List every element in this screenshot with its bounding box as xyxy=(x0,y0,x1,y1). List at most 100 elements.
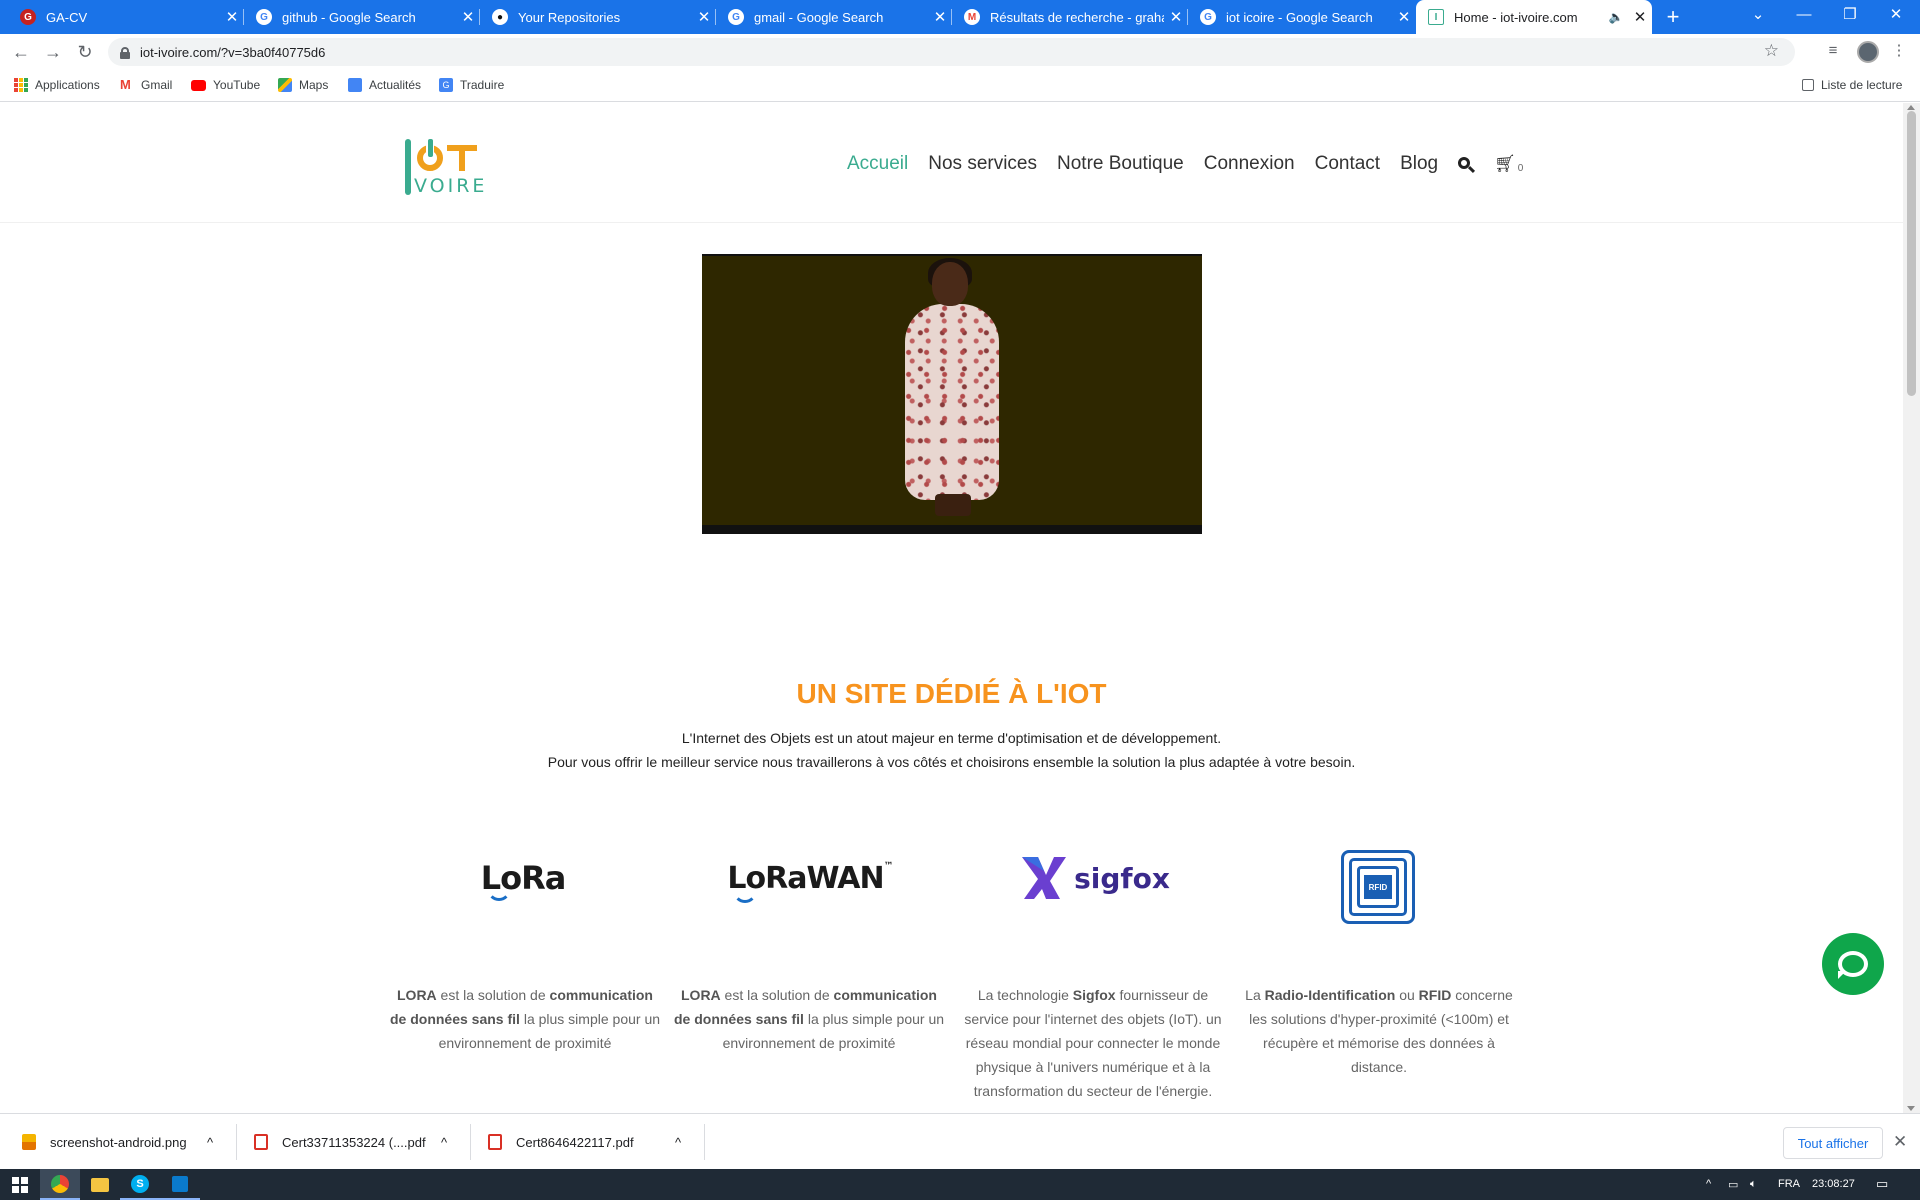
profile-avatar[interactable] xyxy=(1857,41,1879,63)
rfid-logo: RFID xyxy=(1340,849,1416,925)
nav-nos-services[interactable]: Nos services xyxy=(928,153,1037,175)
sigfox-logo: sigfox xyxy=(1020,843,1170,913)
download-item[interactable]: screenshot-android.png xyxy=(22,1114,222,1170)
search-icon[interactable] xyxy=(1458,156,1474,173)
section-heading: UN SITE DÉDIÉ À L'IOT xyxy=(796,678,1107,709)
download-item[interactable]: Cert8646422117.pdf xyxy=(488,1114,688,1170)
tab-your-repositories[interactable]: ● Your Repositories ✕ xyxy=(480,0,716,34)
browser-tab-strip: G GA-CV ✕ G github - Google Search ✕ ● Y… xyxy=(0,0,1920,34)
bookmark-label: Applications xyxy=(35,78,100,92)
bookmark-star-icon[interactable]: ☆ xyxy=(1764,41,1779,61)
google-icon: G xyxy=(1200,9,1216,25)
sigfox-icon xyxy=(1022,857,1067,899)
taskbar-vscode[interactable] xyxy=(160,1169,200,1200)
reading-list-label: Liste de lecture xyxy=(1821,78,1903,92)
start-button[interactable] xyxy=(0,1169,40,1200)
nav-contact[interactable]: Contact xyxy=(1315,153,1380,175)
restore-button[interactable]: ❐ xyxy=(1827,0,1873,34)
tab-search-icon[interactable]: ⌄ xyxy=(1735,0,1781,34)
chevron-up-icon[interactable]: ^ xyxy=(441,1114,447,1170)
pdf-file-icon xyxy=(488,1134,502,1150)
back-button[interactable]: ← xyxy=(8,39,34,65)
window-close-button[interactable]: ✕ xyxy=(1873,0,1919,34)
tab-gmail-results[interactable]: M Résultats de recherche - grahau ✕ xyxy=(952,0,1188,34)
address-bar[interactable]: iot-ivoire.com/?v=3ba0f40775d6 ☆ xyxy=(108,38,1795,66)
cart-count: 0 xyxy=(1517,163,1524,174)
chevron-up-icon[interactable]: ^ xyxy=(207,1114,213,1170)
close-icon[interactable]: ✕ xyxy=(692,8,716,26)
scrollbar-thumb[interactable] xyxy=(1907,111,1916,396)
nav-accueil[interactable]: Accueil xyxy=(847,153,908,175)
close-icon[interactable]: ✕ xyxy=(1628,8,1652,26)
forward-button[interactable]: → xyxy=(40,39,66,65)
tab-github-search[interactable]: G github - Google Search ✕ xyxy=(244,0,480,34)
site-icon: I xyxy=(1428,9,1444,25)
taskbar-file-explorer[interactable] xyxy=(80,1169,120,1200)
notifications-icon[interactable]: ▭ xyxy=(1876,1176,1888,1192)
tab-title: Your Repositories xyxy=(518,9,621,25)
tab-iot-search[interactable]: G iot icoire - Google Search ✕ xyxy=(1188,0,1416,34)
bookmark-traduire[interactable]: G Traduire xyxy=(439,78,504,92)
reading-list-icon xyxy=(1802,79,1814,91)
bookmark-label: Actualités xyxy=(369,78,422,92)
github-icon: ● xyxy=(492,9,508,25)
chat-widget-button[interactable] xyxy=(1822,933,1884,995)
rfid-description: La Radio-Identification ou RFID concerne… xyxy=(1245,987,1513,1075)
scroll-down-arrow[interactable] xyxy=(1907,1106,1915,1111)
close-icon[interactable]: ✕ xyxy=(1392,8,1416,26)
chrome-icon xyxy=(51,1174,69,1193)
nav-blog[interactable]: Blog xyxy=(1400,153,1438,175)
taskbar-chrome[interactable] xyxy=(40,1169,80,1200)
tab-title: Home - iot-ivoire.com xyxy=(1454,9,1578,25)
minimize-button[interactable]: — xyxy=(1781,0,1827,34)
scroll-up-arrow[interactable] xyxy=(1907,105,1915,110)
site-header: VOIRE Accueil Nos services Notre Boutiqu… xyxy=(0,103,1903,223)
rfid-chip-label: RFID xyxy=(1364,875,1392,899)
site-logo[interactable]: VOIRE xyxy=(403,131,493,201)
network-icon[interactable]: ▭ xyxy=(1728,1178,1738,1191)
page-scrollbar[interactable] xyxy=(1903,103,1920,1113)
bookmark-gmail[interactable]: M Gmail xyxy=(120,78,172,93)
tray-chevron-icon[interactable]: ^ xyxy=(1706,1178,1711,1190)
ga-icon: G xyxy=(20,9,36,25)
show-all-downloads-button[interactable]: Tout afficher xyxy=(1783,1127,1883,1159)
tab-title: GA-CV xyxy=(46,9,88,25)
nav-notre-boutique[interactable]: Notre Boutique xyxy=(1057,153,1184,175)
menu-icon[interactable]: ⋮ xyxy=(1888,41,1910,61)
folder-icon xyxy=(91,1177,109,1192)
bookmark-label: Traduire xyxy=(460,78,505,92)
close-icon[interactable]: ✕ xyxy=(456,8,480,26)
cart-button[interactable]: 🛒︎ 0 xyxy=(1494,154,1523,174)
clock[interactable]: 23:08:27 xyxy=(1812,1178,1855,1190)
bookmark-maps[interactable]: Maps xyxy=(278,78,328,92)
media-control-icon[interactable]: ≡ xyxy=(1822,42,1844,62)
tab-title: github - Google Search xyxy=(282,9,416,25)
download-item[interactable]: Cert33711353224 (....pdf xyxy=(254,1114,454,1170)
chevron-up-icon[interactable]: ^ xyxy=(675,1114,681,1170)
tab-gmail-search[interactable]: G gmail - Google Search ✕ xyxy=(716,0,952,34)
taskbar-skype[interactable]: S xyxy=(120,1169,160,1200)
web-page: VOIRE Accueil Nos services Notre Boutiqu… xyxy=(0,103,1903,1113)
tab-iot-ivoire-home[interactable]: I Home - iot-ivoire.com 🔈 ✕ xyxy=(1416,0,1652,34)
new-tab-button[interactable]: + xyxy=(1660,4,1686,30)
volume-icon[interactable]: 🔈︎ xyxy=(1750,1178,1757,1191)
speaker-icon[interactable]: 🔈 xyxy=(1604,10,1628,24)
video-presenter-image xyxy=(897,258,1007,517)
bookmark-applications[interactable]: Applications xyxy=(14,78,100,92)
nav-connexion[interactable]: Connexion xyxy=(1204,153,1295,175)
close-downloads-icon[interactable]: ✕ xyxy=(1893,1132,1907,1152)
download-filename: Cert33711353224 (....pdf xyxy=(282,1134,426,1150)
bookmarks-bar: Applications M Gmail YouTube Maps Actual… xyxy=(0,70,1920,102)
close-icon[interactable]: ✕ xyxy=(220,8,244,26)
bookmark-actualites[interactable]: Actualités xyxy=(348,78,421,92)
bookmark-youtube[interactable]: YouTube xyxy=(191,78,260,92)
lora-description: LORA est la solution de communication de… xyxy=(390,987,661,1051)
close-icon[interactable]: ✕ xyxy=(1164,8,1188,26)
tab-ga-cv[interactable]: G GA-CV ✕ xyxy=(8,0,244,34)
reload-button[interactable]: ↻ xyxy=(72,39,98,65)
reading-list-button[interactable]: Liste de lecture xyxy=(1802,78,1902,92)
url-text: iot-ivoire.com/?v=3ba0f40775d6 xyxy=(140,44,326,60)
video-player[interactable] xyxy=(702,254,1202,534)
language-indicator[interactable]: FRA xyxy=(1778,1178,1800,1190)
close-icon[interactable]: ✕ xyxy=(928,8,952,26)
